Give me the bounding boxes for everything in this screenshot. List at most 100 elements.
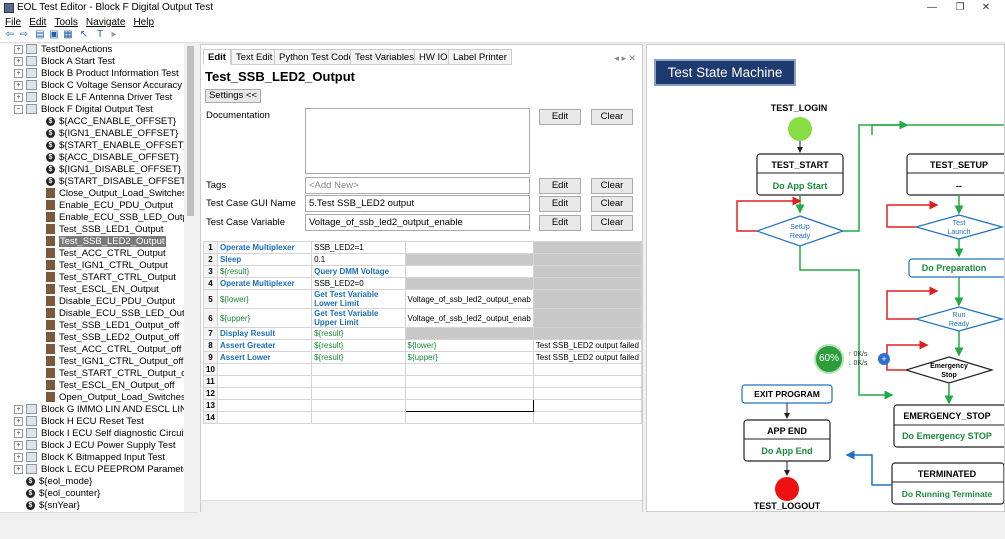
expand-icon[interactable]: + <box>14 452 23 462</box>
tree-item[interactable]: + Block B Product Information Test <box>14 68 179 80</box>
step-cell[interactable] <box>311 375 406 388</box>
step-cell[interactable]: Test SSB_LED2 output failed <box>532 351 643 364</box>
step-cell[interactable] <box>532 241 643 254</box>
gui-name-clear-button[interactable]: Clear <box>591 196 633 212</box>
tree-item[interactable]: $ ${eol_counter} <box>14 488 100 500</box>
emergency-stop-decision[interactable] <box>903 356 995 384</box>
step-cell[interactable]: Voltage_of_ssb_led2_output_enab <box>404 308 534 328</box>
editor-horizontal-scrollbar[interactable] <box>201 500 642 512</box>
step-cell[interactable]: Display Result <box>216 327 313 340</box>
step-cell[interactable] <box>532 327 643 340</box>
settings-toggle-button[interactable]: Settings << <box>205 89 261 103</box>
expand-icon[interactable]: + <box>14 56 23 66</box>
tree-item[interactable]: Enable_ECU_PDU_Output <box>46 200 173 212</box>
tree-item[interactable]: $ ${IGN1_ENABLE_OFFSET} <box>46 128 178 140</box>
play-icon[interactable]: ▸ <box>108 29 120 41</box>
step-cell[interactable]: Assert Greater <box>216 339 313 352</box>
step-cell[interactable] <box>404 411 534 424</box>
step-cell[interactable] <box>532 399 643 412</box>
tab-edit[interactable]: Edit <box>203 49 231 65</box>
tab-text-edit[interactable]: Text Edit <box>231 49 278 65</box>
tab-python-test-code[interactable]: Python Test Code <box>274 49 359 65</box>
tree-item[interactable]: Test_IGN1_CTRL_Output <box>46 260 168 272</box>
network-speed-widget[interactable]: 60% ↑ 0K/s ↓ 0K/s + <box>814 344 892 376</box>
tree-item[interactable]: Disable_ECU_SSB_LED_Output <box>46 308 196 320</box>
tree-item[interactable]: + Block E LF Antenna Driver Test <box>14 92 172 104</box>
variable-clear-button[interactable]: Clear <box>591 215 633 231</box>
gui-name-field[interactable]: 5.Test SSB_LED2 output <box>305 195 530 212</box>
step-cell[interactable]: SSB_LED2=1 <box>311 241 406 254</box>
step-cell[interactable]: ${result} <box>311 339 406 352</box>
tree-item[interactable]: $ ${snYear} <box>14 500 80 512</box>
expand-icon[interactable]: + <box>14 80 23 90</box>
step-cell[interactable]: Sleep <box>216 253 313 266</box>
step-cell[interactable]: Query DMM Voltage <box>311 265 406 278</box>
tree-item[interactable]: Open_Output_Load_Switches <box>46 392 186 404</box>
tree-horizontal-scrollbar[interactable] <box>0 512 197 525</box>
step-cell[interactable] <box>532 277 643 290</box>
tree-item[interactable]: + Block C Voltage Sensor Accuracy Test <box>14 80 196 92</box>
save-icon[interactable]: ▣ <box>48 29 60 41</box>
expand-icon[interactable]: + <box>14 68 23 78</box>
step-cell[interactable] <box>216 399 313 412</box>
step-cell[interactable] <box>404 375 534 388</box>
test-logout-node[interactable] <box>775 477 799 501</box>
documentation-edit-button[interactable]: Edit <box>539 109 581 125</box>
tree-item[interactable]: Test_START_CTRL_Output <box>46 272 176 284</box>
tree-item[interactable]: Test_SSB_LED2_Output_off <box>46 332 179 344</box>
tree-item[interactable]: + Block G IMMO LIN AND ESCL LIN Comm <box>14 404 196 416</box>
documentation-clear-button[interactable]: Clear <box>591 109 633 125</box>
tab-nav-arrows[interactable]: ◂ ▸ ✕ <box>614 53 636 64</box>
tree-item[interactable]: Test_START_CTRL_Output_off <box>46 368 192 380</box>
expand-icon[interactable]: + <box>14 404 23 414</box>
test-case-variable-field[interactable]: Voltage_of_ssb_led2_output_enable <box>305 214 530 231</box>
step-cell[interactable]: Get Test Variable Lower Limit <box>311 289 406 309</box>
step-cell[interactable] <box>532 375 643 388</box>
tree-item[interactable]: + Block A Start Test <box>14 56 115 68</box>
tree-item[interactable]: $ ${ACC_DISABLE_OFFSET} <box>46 152 179 164</box>
step-cell[interactable] <box>216 375 313 388</box>
back-icon[interactable]: ⇦ <box>4 29 16 41</box>
tree-item[interactable]: $ ${eol_mode} <box>14 476 92 488</box>
step-cell[interactable] <box>404 265 534 278</box>
forward-icon[interactable]: ⇨ <box>18 29 30 41</box>
tree-item[interactable]: $ ${START_ENABLE_OFFSET} <box>46 140 186 152</box>
collapse-icon[interactable]: − <box>14 104 23 114</box>
tree-item[interactable]: $ ${ACC_ENABLE_OFFSET} <box>46 116 176 128</box>
tree-item[interactable]: Test_ESCL_EN_Output <box>46 284 159 296</box>
save-all-icon[interactable]: ▦ <box>62 29 74 41</box>
tree-item[interactable]: Test_ACC_CTRL_Output <box>46 248 166 260</box>
step-cell[interactable] <box>532 289 643 309</box>
step-cell[interactable]: ${upper} <box>216 308 313 328</box>
open-icon[interactable]: ▤ <box>34 29 46 41</box>
step-cell[interactable]: Operate Multiplexer <box>216 277 313 290</box>
step-cell[interactable] <box>532 265 643 278</box>
step-cell[interactable]: ${result} <box>311 351 406 364</box>
cursor-icon[interactable]: ↖ <box>78 29 90 41</box>
step-cell[interactable] <box>311 363 406 376</box>
gui-name-edit-button[interactable]: Edit <box>539 196 581 212</box>
step-cell[interactable]: Assert Lower <box>216 351 313 364</box>
tab-hw-io[interactable]: HW IO <box>414 49 453 65</box>
variable-edit-button[interactable]: Edit <box>539 215 581 231</box>
step-cell[interactable] <box>311 399 406 412</box>
documentation-field[interactable] <box>305 108 530 174</box>
step-cell[interactable] <box>532 363 643 376</box>
step-cell[interactable] <box>311 387 406 400</box>
step-cell[interactable]: ${upper} <box>404 351 534 364</box>
step-cell[interactable] <box>532 308 643 328</box>
step-cell[interactable] <box>404 253 534 266</box>
step-cell[interactable] <box>311 411 406 424</box>
tags-edit-button[interactable]: Edit <box>539 178 581 194</box>
tags-clear-button[interactable]: Clear <box>591 178 633 194</box>
step-cell[interactable] <box>216 387 313 400</box>
expand-icon[interactable]: + <box>14 428 23 438</box>
step-cell[interactable]: Operate Multiplexer <box>216 241 313 254</box>
step-cell[interactable]: 0.1 <box>311 253 406 266</box>
step-cell[interactable] <box>404 387 534 400</box>
step-cell[interactable] <box>404 327 534 340</box>
step-cell[interactable] <box>216 363 313 376</box>
tree-scroll-thumb[interactable] <box>187 46 194 216</box>
setup-ready-decision[interactable] <box>755 215 845 247</box>
tree-item[interactable]: Test_SSB_LED1_Output <box>46 224 164 236</box>
